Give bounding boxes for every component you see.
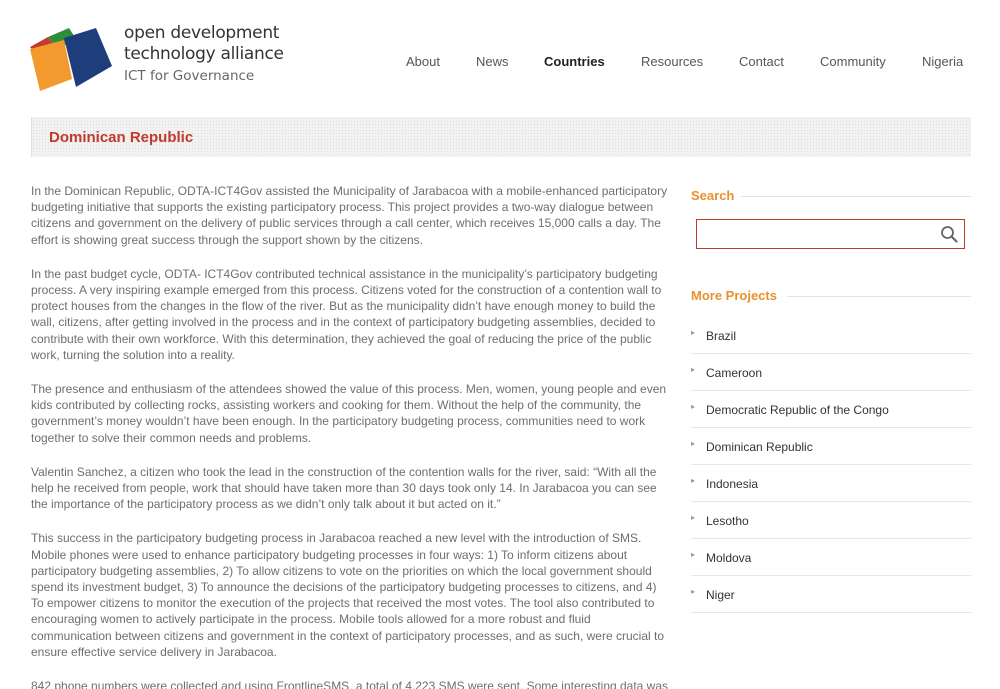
- project-item-moldova[interactable]: ▸ Moldova: [691, 539, 971, 576]
- search-icon[interactable]: [940, 225, 958, 243]
- project-label: Lesotho: [706, 514, 749, 528]
- arrow-right-icon: ▸: [691, 439, 696, 448]
- article-body: In the Dominican Republic, ODTA-ICT4Gov …: [31, 183, 671, 689]
- project-label: Democratic Republic of the Congo: [706, 403, 889, 417]
- nav-community[interactable]: Community: [820, 54, 886, 69]
- article-paragraph: The presence and enthusiasm of the atten…: [31, 382, 667, 445]
- project-list: ▸ Brazil ▸ Cameroon ▸ Democratic Republi…: [691, 317, 971, 613]
- project-label: Dominican Republic: [706, 440, 813, 454]
- search-input[interactable]: [701, 221, 931, 247]
- nav-nigeria[interactable]: Nigeria: [922, 54, 963, 69]
- nav-news[interactable]: News: [476, 54, 509, 69]
- more-projects-heading: More Projects: [691, 288, 971, 306]
- site-header: open development technology alliance ICT…: [0, 0, 1000, 110]
- article-paragraph: This success in the participatory budget…: [31, 531, 664, 659]
- arrow-right-icon: ▸: [691, 550, 696, 559]
- nav-resources[interactable]: Resources: [641, 54, 703, 69]
- project-item-drc[interactable]: ▸ Democratic Republic of the Congo: [691, 391, 971, 428]
- arrow-right-icon: ▸: [691, 513, 696, 522]
- search-box: [696, 219, 965, 249]
- nav-about[interactable]: About: [406, 54, 440, 69]
- project-item-niger[interactable]: ▸ Niger: [691, 576, 971, 613]
- project-label: Indonesia: [706, 477, 759, 491]
- arrow-right-icon: ▸: [691, 328, 696, 337]
- arrow-right-icon: ▸: [691, 587, 696, 596]
- arrow-right-icon: ▸: [691, 476, 696, 485]
- nav-contact[interactable]: Contact: [739, 54, 784, 69]
- nav-countries[interactable]: Countries: [544, 54, 605, 69]
- project-item-cameroon[interactable]: ▸ Cameroon: [691, 354, 971, 391]
- page-title: Dominican Republic: [49, 129, 194, 146]
- article-paragraph: In the past budget cycle, ODTA- ICT4Gov …: [31, 266, 662, 362]
- project-label: Brazil: [706, 329, 737, 343]
- logo-title-line1: open development: [124, 23, 280, 43]
- project-label: Cameroon: [706, 366, 763, 380]
- project-label: Niger: [706, 588, 735, 602]
- search-heading: Search: [691, 188, 971, 206]
- article-paragraph: 842 phone numbers were collected and usi…: [31, 679, 669, 689]
- project-item-dominican-republic[interactable]: ▸ Dominican Republic: [691, 428, 971, 465]
- article-paragraph: In the Dominican Republic, ODTA-ICT4Gov …: [31, 184, 668, 247]
- project-label: Moldova: [706, 551, 752, 565]
- article-paragraph: Valentin Sanchez, a citizen who took the…: [31, 464, 657, 512]
- project-item-brazil[interactable]: ▸ Brazil: [691, 317, 971, 354]
- page-title-bar: Dominican Republic: [31, 117, 971, 157]
- sidebar: Search More Projects ▸ Brazil ▸ Cameroon…: [691, 188, 971, 613]
- main-nav: About News Countries Resources Contact C…: [0, 54, 1000, 72]
- project-item-lesotho[interactable]: ▸ Lesotho: [691, 502, 971, 539]
- arrow-right-icon: ▸: [691, 402, 696, 411]
- arrow-right-icon: ▸: [691, 365, 696, 374]
- project-item-indonesia[interactable]: ▸ Indonesia: [691, 465, 971, 502]
- logo-tagline: ICT for Governance: [124, 68, 255, 84]
